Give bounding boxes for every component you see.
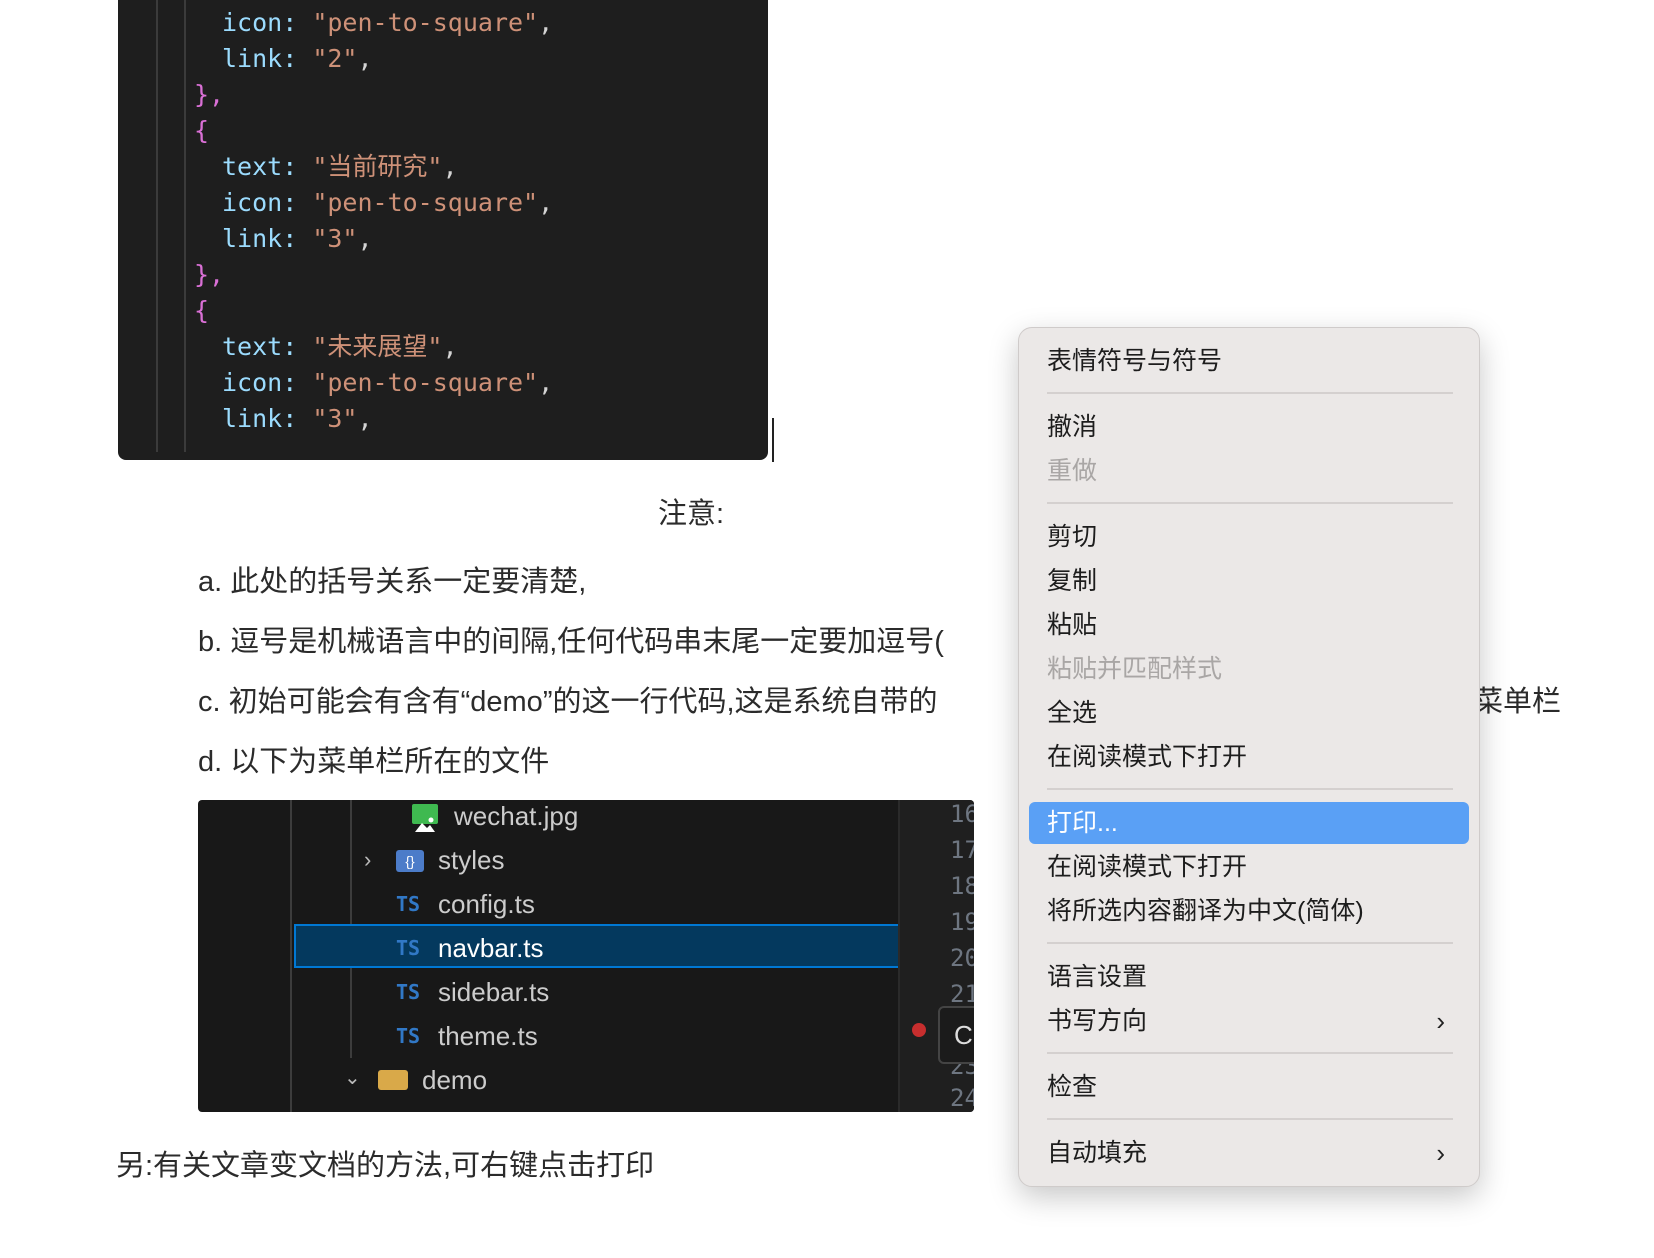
menu-item-copy[interactable]: 复制: [1029, 560, 1469, 602]
chevron-right-icon: ›: [1436, 1138, 1445, 1168]
line-number: 16: [950, 800, 974, 828]
menu-separator: [1047, 942, 1453, 944]
tree-item-sidebar[interactable]: TS sidebar.ts: [198, 970, 898, 1014]
code-line: link: "2",: [222, 44, 373, 73]
editor-peek: C: [938, 1006, 974, 1064]
menu-item-select-all[interactable]: 全选: [1029, 692, 1469, 734]
menu-item-cut[interactable]: 剪切: [1029, 516, 1469, 558]
menu-separator: [1047, 1052, 1453, 1054]
menu-item-paste[interactable]: 粘贴: [1029, 604, 1469, 646]
menu-item-label: 自动填充: [1047, 1139, 1148, 1167]
image-icon: [412, 804, 438, 832]
code-screenshot: icon: "pen-to-square", link: "2", }, { t…: [118, 0, 768, 460]
code-line: {: [194, 296, 210, 325]
tree-item-label: navbar.ts: [438, 933, 544, 963]
tree-item-label: demo: [422, 1065, 488, 1095]
menu-item-translate[interactable]: 将所选内容翻译为中文(简体): [1029, 890, 1469, 932]
list-item: a. 此处的括号关系一定要清楚,: [198, 566, 587, 598]
code-line: },: [194, 80, 225, 109]
line-number: 21: [950, 980, 974, 1008]
breakpoint-icon: [912, 1023, 926, 1037]
list-item: b. 逗号是机械语言中的间隔,任何代码串末尾一定要加逗号(: [198, 626, 944, 658]
menu-item-writing-direction[interactable]: 书写方向 ›: [1029, 1000, 1469, 1042]
menu-separator: [1047, 392, 1453, 394]
chevron-down-icon: ⌄: [344, 1067, 361, 1089]
code-line: icon: "pen-to-square",: [222, 368, 554, 397]
chevron-right-icon: ›: [1436, 1006, 1445, 1036]
tree-item-label: wechat.jpg: [454, 801, 579, 831]
menu-item-reader-mode-2[interactable]: 在阅读模式下打开: [1029, 846, 1469, 888]
menu-item-redo[interactable]: 重做: [1029, 450, 1469, 492]
line-number: 18: [950, 872, 974, 900]
tree-item-label: sidebar.ts: [438, 977, 550, 1007]
folder-styles-icon: {}: [396, 850, 424, 872]
menu-item-reader-mode[interactable]: 在阅读模式下打开: [1029, 736, 1469, 778]
editor-gutter: 16 17 18 19 20 21 23 24 C: [898, 800, 974, 1112]
line-number: 20: [950, 944, 974, 972]
line-number: 17: [950, 836, 974, 864]
code-line: text: "当前研究",: [222, 152, 458, 181]
typescript-icon: TS: [396, 892, 421, 916]
code-line: text: "未来展望",: [222, 332, 458, 361]
tree-item-label: styles: [438, 845, 505, 875]
typescript-icon: TS: [396, 936, 421, 960]
context-menu: 表情符号与符号 撤消 重做 剪切 复制 粘贴 粘贴并匹配样式 全选 在阅读模式下…: [1018, 327, 1480, 1187]
indent-guide: [184, 0, 186, 452]
indent-guide: [156, 0, 158, 452]
typescript-icon: TS: [396, 980, 421, 1004]
menu-separator: [1047, 788, 1453, 790]
line-number: 24: [950, 1084, 974, 1112]
line-number: 19: [950, 908, 974, 936]
list-item: c. 初始可能会有含有“demo”的这一行代码,这是系统自带的: [198, 686, 938, 718]
tree-item-wechat[interactable]: wechat.jpg: [198, 800, 898, 838]
footer-note: 另:有关文章变文档的方法,可右键点击打印: [116, 1150, 655, 1182]
file-explorer-screenshot: wechat.jpg › {} styles TS config.ts TS n…: [198, 800, 974, 1112]
typescript-icon: TS: [396, 1024, 421, 1048]
tree-item-navbar[interactable]: TS navbar.ts: [294, 924, 902, 968]
note-title: 注意:: [658, 498, 725, 530]
tree-item-styles[interactable]: › {} styles: [198, 838, 898, 882]
menu-item-paste-match-style[interactable]: 粘贴并匹配样式: [1029, 648, 1469, 690]
folder-open-icon: [378, 1070, 408, 1090]
code-line: {: [194, 116, 210, 145]
tree-item-demo[interactable]: ⌄ demo: [198, 1058, 898, 1102]
menu-item-undo[interactable]: 撤消: [1029, 406, 1469, 448]
tree-item-label: theme.ts: [438, 1021, 538, 1051]
tree-item-theme[interactable]: TS theme.ts: [198, 1014, 898, 1058]
tree-item-config[interactable]: TS config.ts: [198, 882, 898, 926]
text-caret: [772, 418, 774, 462]
list-item: d. 以下为菜单栏所在的文件: [198, 746, 550, 778]
menu-item-emoji[interactable]: 表情符号与符号: [1029, 340, 1469, 382]
code-line: },: [194, 260, 225, 289]
menu-item-autofill[interactable]: 自动填充 ›: [1029, 1132, 1469, 1174]
code-line: icon: "pen-to-square",: [222, 8, 554, 37]
tree-item-label: config.ts: [438, 889, 535, 919]
menu-item-print[interactable]: 打印...: [1029, 802, 1469, 844]
code-line: icon: "pen-to-square",: [222, 188, 554, 217]
menu-separator: [1047, 1118, 1453, 1120]
menu-item-inspect[interactable]: 检查: [1029, 1066, 1469, 1108]
menu-separator: [1047, 502, 1453, 504]
list-item-tail: 菜单栏: [1474, 686, 1562, 718]
menu-item-label: 书写方向: [1047, 1007, 1148, 1035]
menu-item-language-settings[interactable]: 语言设置: [1029, 956, 1469, 998]
code-line: link: "3",: [222, 404, 373, 433]
chevron-right-icon: ›: [364, 847, 372, 872]
code-line: link: "3",: [222, 224, 373, 253]
